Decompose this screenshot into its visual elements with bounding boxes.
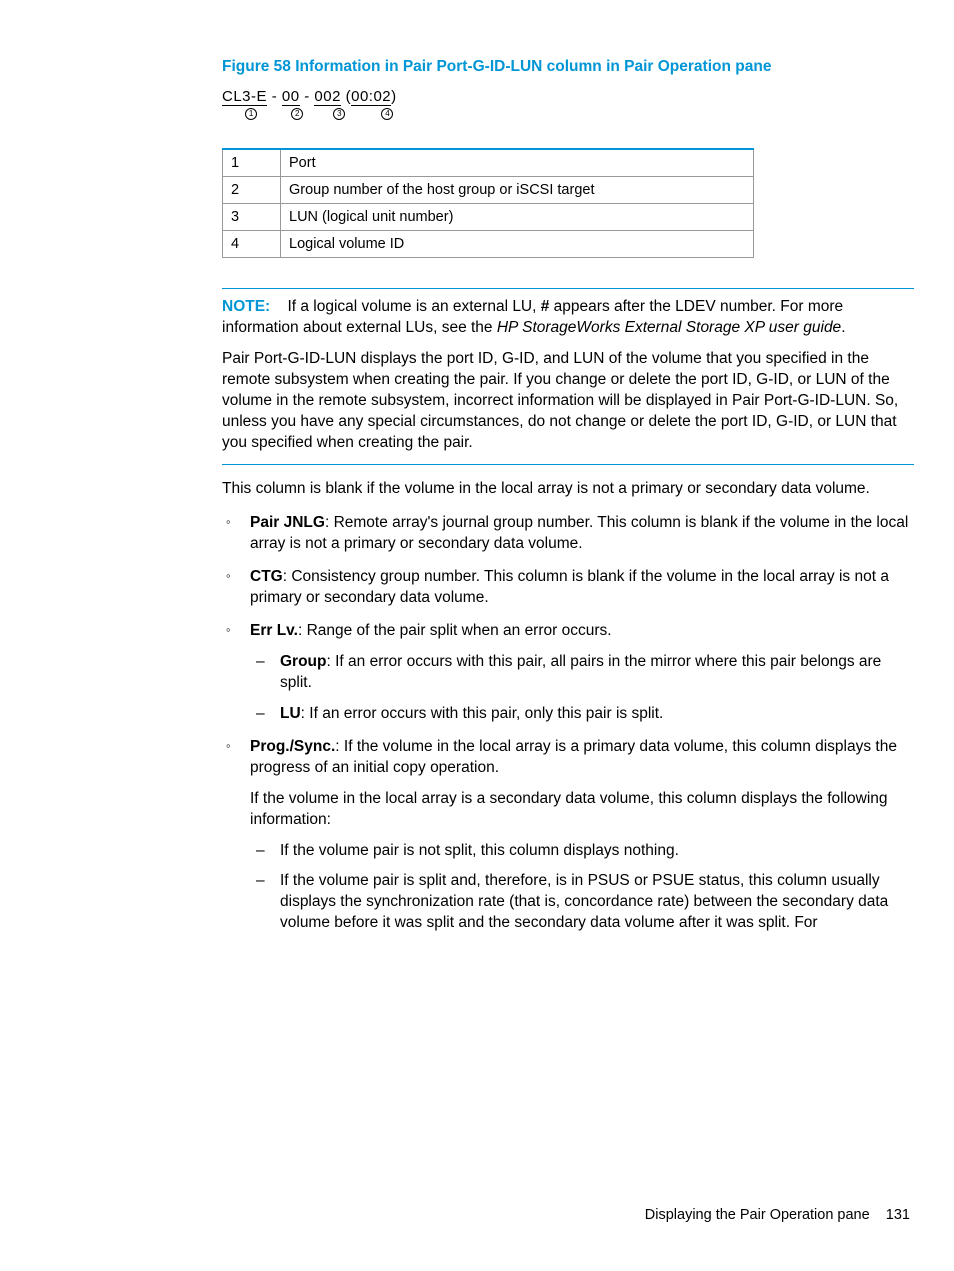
list-item: Pair JNLG: Remote array's journal group … <box>222 513 914 555</box>
legend-table: 1 Port 2 Group number of the host group … <box>222 148 754 258</box>
legend-num: 1 <box>223 149 281 177</box>
diagram-seg-group: 00 <box>282 88 300 106</box>
legend-num: 4 <box>223 231 281 258</box>
figure-title: Figure 58 Information in Pair Port-G-ID-… <box>222 58 914 76</box>
term-ctg: CTG <box>250 568 283 585</box>
subterm-lu-text: : If an error occurs with this pair, onl… <box>301 705 664 722</box>
prog-sublist: If the volume pair is not split, this co… <box>250 841 914 935</box>
callout-1: 1 <box>245 108 257 120</box>
table-row: 3 LUN (logical unit number) <box>223 204 754 231</box>
term-ctg-text: : Consistency group number. This column … <box>250 568 889 606</box>
term-err-lv-text: : Range of the pair split when an error … <box>298 622 612 639</box>
diagram-seg-volid: 00:02 <box>351 88 391 106</box>
subterm-lu: LU <box>280 705 301 722</box>
legend-num: 3 <box>223 204 281 231</box>
subterm-group: Group <box>280 653 327 670</box>
table-row: 4 Logical volume ID <box>223 231 754 258</box>
legend-desc: Logical volume ID <box>281 231 754 258</box>
diagram-seg-port: CL3-E <box>222 88 267 106</box>
term-err-lv: Err Lv. <box>250 622 298 639</box>
list-item: If the volume pair is not split, this co… <box>250 841 914 862</box>
table-row: 2 Group number of the host group or iSCS… <box>223 177 754 204</box>
diagram-example-string: CL3-E - 00 - 002 (00:02) <box>222 88 914 106</box>
legend-desc: Port <box>281 149 754 177</box>
list-item: Group: If an error occurs with this pair… <box>250 652 914 694</box>
divider <box>222 464 914 465</box>
figure-diagram: CL3-E - 00 - 002 (00:02) 1 2 3 4 <box>222 88 914 120</box>
term-prog-sync: Prog./Sync. <box>250 738 335 755</box>
divider <box>222 288 914 289</box>
diagram-callouts: 1 2 3 4 <box>222 108 914 120</box>
callout-3: 3 <box>333 108 345 120</box>
prog-secondary-para: If the volume in the local array is a se… <box>250 789 914 831</box>
list-item: CTG: Consistency group number. This colu… <box>222 567 914 609</box>
subterm-group-text: : If an error occurs with this pair, all… <box>280 653 881 691</box>
callout-4: 4 <box>381 108 393 120</box>
list-item: If the volume pair is split and, therefo… <box>250 871 914 934</box>
footer-page-number: 131 <box>886 1207 910 1223</box>
legend-desc: LUN (logical unit number) <box>281 204 754 231</box>
list-item: Err Lv.: Range of the pair split when an… <box>222 621 914 725</box>
blank-paragraph: This column is blank if the volume in th… <box>222 479 914 500</box>
term-prog-sync-text: : If the volume in the local array is a … <box>250 738 897 776</box>
note-text-a: If a logical volume is an external LU, <box>287 298 540 315</box>
list-item: Prog./Sync.: If the volume in the local … <box>222 737 914 934</box>
definition-list: Pair JNLG: Remote array's journal group … <box>222 513 914 934</box>
legend-desc: Group number of the host group or iSCSI … <box>281 177 754 204</box>
document-page: Figure 58 Information in Pair Port-G-ID-… <box>0 0 954 1271</box>
diagram-seg-lun: 002 <box>314 88 341 106</box>
err-sublist: Group: If an error occurs with this pair… <box>250 652 914 725</box>
callout-2: 2 <box>291 108 303 120</box>
list-item: LU: If an error occurs with this pair, o… <box>250 704 914 725</box>
note-italic-title: HP StorageWorks External Storage XP user… <box>497 319 841 336</box>
page-footer: Displaying the Pair Operation pane 131 <box>645 1207 910 1223</box>
note-label: NOTE: <box>222 298 270 315</box>
term-pair-jnlg: Pair JNLG <box>250 514 325 531</box>
footer-section: Displaying the Pair Operation pane <box>645 1207 870 1223</box>
note-period: . <box>841 319 845 336</box>
note-block: NOTE: If a logical volume is an external… <box>222 297 914 339</box>
warning-paragraph: Pair Port-G-ID-LUN displays the port ID,… <box>222 349 914 454</box>
term-pair-jnlg-text: : Remote array's journal group number. T… <box>250 514 908 552</box>
table-row: 1 Port <box>223 149 754 177</box>
legend-num: 2 <box>223 177 281 204</box>
